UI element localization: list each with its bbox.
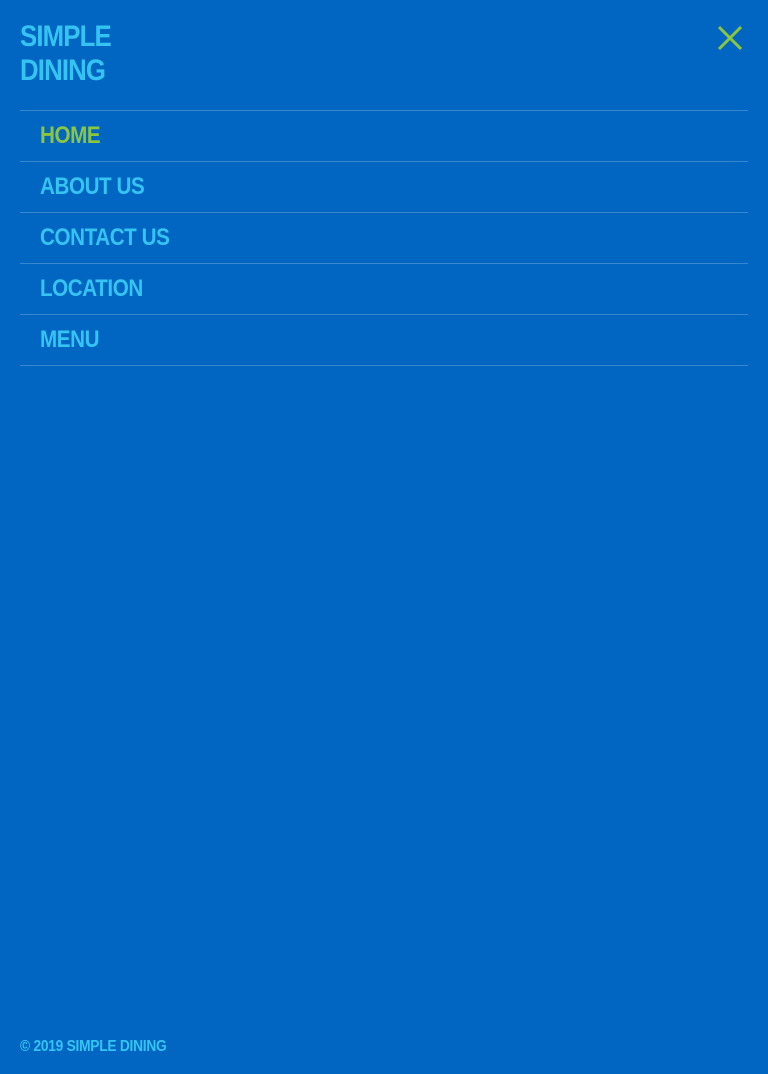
logo-line-1: SIMPLE <box>20 20 112 53</box>
nav-item-contact-us[interactable]: CONTACT US <box>20 213 748 264</box>
main-nav: HOME ABOUT US CONTACT US LOCATION MENU <box>20 110 748 366</box>
footer-copyright: © 2019 SIMPLE DINING <box>20 1038 167 1055</box>
nav-item-label: LOCATION <box>40 275 143 302</box>
nav-item-label: HOME <box>40 122 101 149</box>
nav-item-location[interactable]: LOCATION <box>20 264 748 315</box>
close-icon <box>717 25 743 51</box>
nav-item-label: ABOUT US <box>40 173 145 200</box>
nav-item-menu[interactable]: MENU <box>20 315 748 366</box>
logo-line-2: DINING <box>20 54 106 87</box>
site-logo[interactable]: SIMPLE DINING <box>20 20 112 88</box>
site-header: SIMPLE DINING <box>20 20 748 90</box>
nav-item-label: MENU <box>40 326 100 353</box>
nav-item-home[interactable]: HOME <box>20 111 748 162</box>
nav-item-about-us[interactable]: ABOUT US <box>20 162 748 213</box>
nav-item-label: CONTACT US <box>40 224 170 251</box>
close-menu-button[interactable] <box>716 24 744 52</box>
